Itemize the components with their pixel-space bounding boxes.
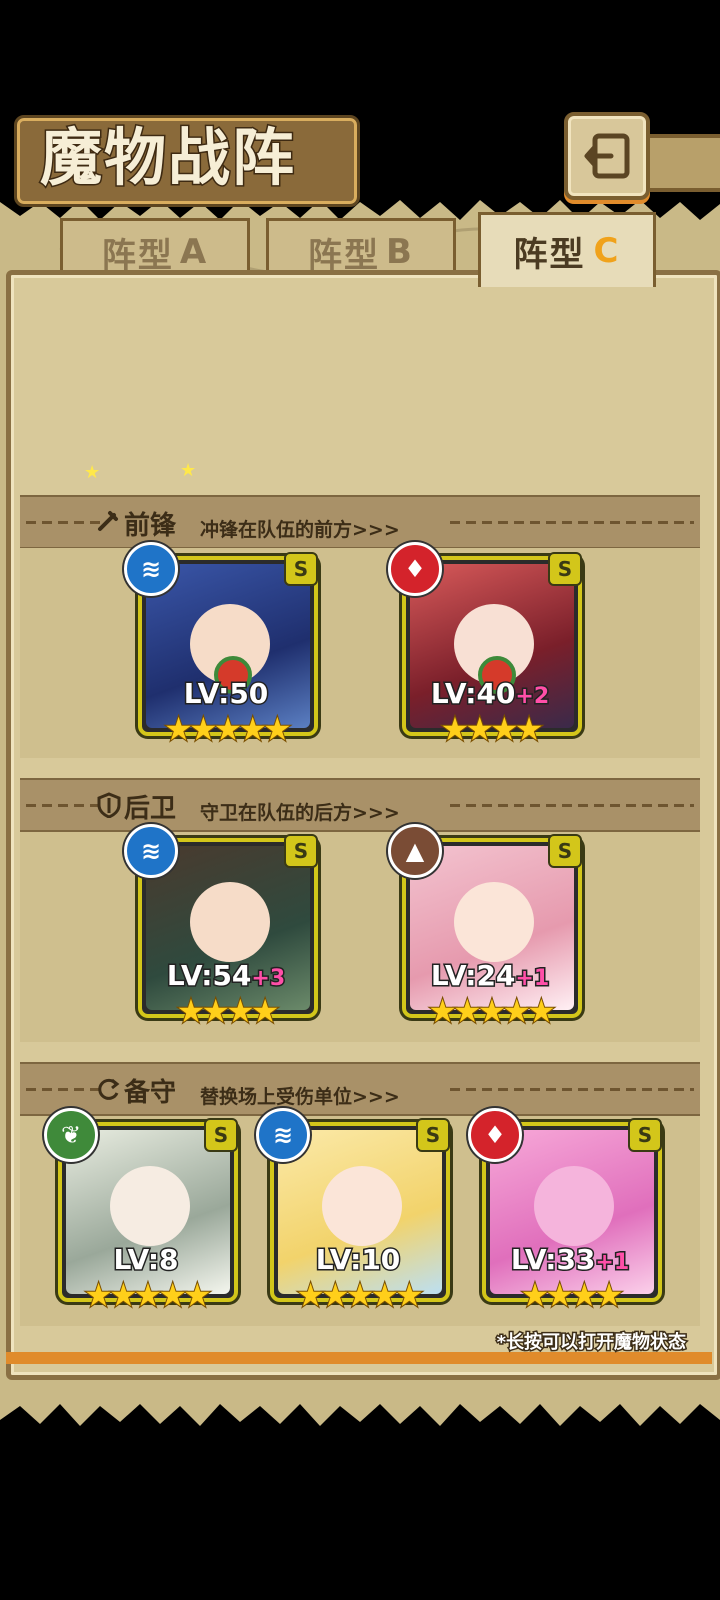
section-header-vanguard: 前锋 冲锋在队伍的前方>>> xyxy=(20,495,700,549)
star-rating: ★★★★ xyxy=(520,1276,625,1314)
section-description: 替换场上受伤单位>>> xyxy=(200,1086,400,1108)
level-value: LV:10 xyxy=(314,1242,402,1278)
water-element-icon: ≋ xyxy=(124,542,178,596)
level-value: LV:33 xyxy=(509,1242,597,1278)
level-label: LV:33+1 xyxy=(482,1242,658,1278)
section-title: 前锋 xyxy=(124,511,177,541)
fire-element-icon: ♦ xyxy=(388,542,442,596)
star-rating: ★★★★★ xyxy=(163,710,292,748)
level-value: LV:8 xyxy=(112,1242,180,1278)
section-header-reserve: 备守 替换场上受伤单位>>> xyxy=(20,1062,700,1116)
monster-card[interactable]: S ≋ LV:50 ★★★★★ xyxy=(124,542,318,747)
monster-face xyxy=(190,882,270,962)
level-value: LV:54 xyxy=(165,958,253,994)
level-label: LV:40+2 xyxy=(402,676,578,712)
rank-badge: S xyxy=(628,1118,662,1152)
earth-element-icon: ▲ xyxy=(388,824,442,878)
rank-badge: S xyxy=(284,552,318,586)
divider xyxy=(450,804,694,807)
level-bonus: +3 xyxy=(250,965,287,993)
tab-label: 阵型 xyxy=(513,234,586,275)
rank-badge: S xyxy=(548,552,582,586)
level-value: LV:40 xyxy=(429,676,517,712)
tab-suffix: B xyxy=(386,232,414,272)
rank-badge: S xyxy=(204,1118,238,1152)
star-rating: ★★★★★ xyxy=(295,1276,424,1314)
vanguard-row xyxy=(20,548,700,758)
monster-card[interactable]: S ♦ LV:33+1 ★★★★ xyxy=(468,1108,662,1313)
monster-card[interactable]: S ≋ LV:10 ★★★★★ xyxy=(256,1108,450,1313)
divider xyxy=(26,804,100,807)
monster-face xyxy=(454,882,534,962)
rank-badge: S xyxy=(284,834,318,868)
level-bonus: +1 xyxy=(514,965,551,993)
water-element-icon: ≋ xyxy=(124,824,178,878)
section-description: 冲锋在队伍的前方>>> xyxy=(200,519,400,541)
monster-card[interactable]: S ▲ LV:24+1 ★★★★★ xyxy=(388,824,582,1029)
level-value: LV:50 xyxy=(182,676,270,712)
tab-formation-c[interactable]: 阵型 C xyxy=(478,212,656,287)
level-bonus: +2 xyxy=(514,683,551,711)
rearguard-row xyxy=(20,832,700,1042)
divider xyxy=(26,1088,100,1091)
swap-icon xyxy=(98,1078,120,1100)
monster-face xyxy=(322,1166,402,1246)
level-label: LV:50 xyxy=(138,676,314,712)
monster-card[interactable]: S ♦ LV:40+2 ★★★★ xyxy=(388,542,582,747)
section-header-rearguard: 后卫 守卫在队伍的后方>>> xyxy=(20,778,700,832)
level-label: LV:10 xyxy=(270,1242,446,1278)
sparkle-icon: ★ xyxy=(180,460,197,481)
header-strip xyxy=(640,134,720,192)
shield-icon xyxy=(97,792,121,818)
level-label: LV:54+3 xyxy=(138,958,314,994)
tab-suffix: A xyxy=(179,232,209,272)
long-press-hint: *长按可以打开魔物状态 xyxy=(495,1331,687,1355)
torn-paper-bottom xyxy=(0,1404,720,1440)
page-title: 魔物战阵 xyxy=(38,120,297,196)
level-label: LV:24+1 xyxy=(402,958,578,994)
star-rating: ★★★★ xyxy=(176,992,281,1030)
monster-card[interactable]: S ❦ LV:8 ★★★★★ xyxy=(44,1108,238,1313)
divider xyxy=(450,1088,694,1091)
level-bonus: +1 xyxy=(594,1249,631,1277)
tab-suffix: C xyxy=(593,231,621,271)
monster-card[interactable]: S ≋ LV:54+3 ★★★★ xyxy=(124,824,318,1029)
level-label: LV:8 xyxy=(58,1242,234,1278)
rank-badge: S xyxy=(548,834,582,868)
back-arrow-icon xyxy=(584,133,630,179)
section-description: 守卫在队伍的后方>>> xyxy=(200,802,400,824)
water-element-icon: ≋ xyxy=(256,1108,310,1162)
back-button[interactable] xyxy=(564,112,650,200)
star-rating: ★★★★★ xyxy=(427,992,556,1030)
sparkle-icon: ★ xyxy=(84,462,101,483)
fire-element-icon: ♦ xyxy=(468,1108,522,1162)
divider xyxy=(26,521,100,524)
star-rating: ★★★★★ xyxy=(83,1276,212,1314)
star-rating: ★★★★ xyxy=(440,710,545,748)
leaf-element-icon: ❦ xyxy=(44,1108,98,1162)
divider xyxy=(450,521,694,524)
section-title: 备守 xyxy=(124,1078,177,1108)
sword-icon xyxy=(98,511,118,531)
rank-badge: S xyxy=(416,1118,450,1152)
section-title: 后卫 xyxy=(124,794,177,824)
monster-face xyxy=(534,1166,614,1246)
monster-face xyxy=(110,1166,190,1246)
level-value: LV:24 xyxy=(429,958,517,994)
